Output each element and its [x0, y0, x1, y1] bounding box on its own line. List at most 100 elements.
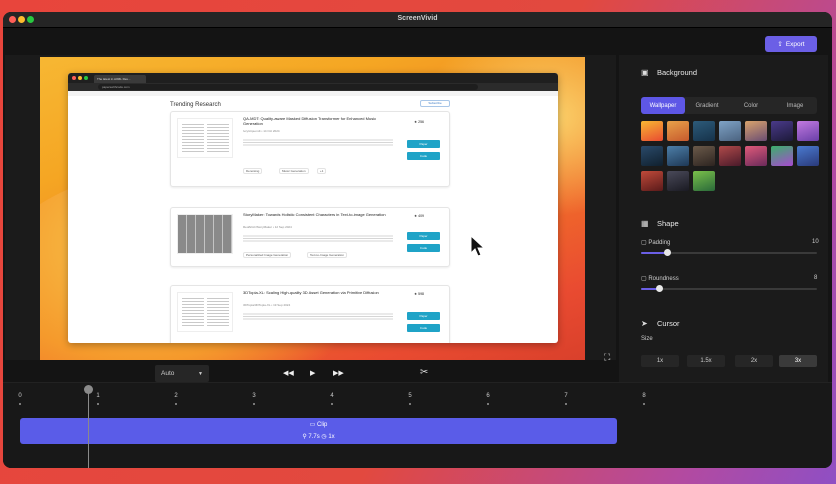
paper-button: Paper	[407, 232, 440, 240]
timeline-tick-label: 5	[408, 393, 412, 399]
fullscreen-icon[interactable]: ⛶	[604, 353, 613, 362]
wallpaper-thumbnail[interactable]	[693, 146, 715, 166]
timeline-tick	[19, 403, 21, 405]
paper-stars: ★ 598	[414, 292, 424, 296]
cursor-arrow-icon	[470, 235, 486, 257]
wallpaper-thumbnail[interactable]	[719, 121, 741, 141]
scissors-icon[interactable]: ✂	[420, 367, 428, 378]
paper-card: 3DTopia-XL: Scaling High-quality 3D Asse…	[170, 285, 450, 343]
tab-gradient[interactable]: Gradient	[685, 97, 729, 114]
cursor-size-3x-button[interactable]: 3x	[779, 355, 817, 367]
paper-button: Paper	[407, 140, 440, 148]
code-button: Code	[407, 152, 440, 160]
timeline-tick-label: 0	[18, 393, 22, 399]
wallpaper-thumbnail[interactable]	[719, 146, 741, 166]
tab-wallpaper[interactable]: Wallpaper	[641, 97, 685, 114]
wallpaper-thumbnail[interactable]	[771, 121, 793, 141]
paper-card: QA-MDT: Quality-aware Masked Diffusion T…	[170, 111, 450, 187]
image-icon: ▣	[641, 68, 649, 77]
cursor-section-title: Cursor	[657, 319, 680, 328]
paper-title: StoryMaker: Towards Holistic Consistent …	[243, 212, 386, 217]
timeline-tick-label: 1	[96, 393, 100, 399]
paper-meta: 3DTopia/3DTopia-XL • 19 Sep 2024	[243, 303, 291, 307]
timeline-tick	[331, 403, 333, 405]
cursor-size-1x-button[interactable]: 1x	[641, 355, 679, 367]
timeline-clip[interactable]: ▭ Clip ⚲ 7.7s ◷ 1x	[20, 418, 617, 444]
roundness-label: ▢ Roundness	[641, 276, 679, 282]
paper-stars: ★ 256	[414, 120, 424, 124]
wallpaper-thumbnail[interactable]	[797, 121, 819, 141]
padding-label: ▢ Padding	[641, 240, 671, 246]
clip-info: ⚲ 7.7s ◷ 1x	[302, 434, 335, 440]
timeline-tick-label: 6	[486, 393, 490, 399]
rewind-icon[interactable]: ◀◀	[283, 369, 294, 377]
roundness-value: 8	[814, 275, 818, 281]
wallpaper-thumbnail[interactable]	[797, 146, 819, 166]
timeline-tick-label: 4	[330, 393, 334, 399]
wallpaper-thumbnail[interactable]	[667, 171, 689, 191]
timeline-tick	[487, 403, 489, 405]
paper-stars: ★ 409	[414, 214, 424, 218]
wallpaper-thumbnail[interactable]	[693, 171, 715, 191]
cursor-size-2x-button[interactable]: 2x	[735, 355, 773, 367]
wallpaper-thumbnail[interactable]	[641, 146, 663, 166]
timeline-tick	[409, 403, 411, 405]
subscribe-button: Subscribe	[420, 100, 450, 107]
tab-color[interactable]: Color	[729, 97, 773, 114]
paper-abstract	[243, 138, 393, 147]
code-button: Code	[407, 244, 440, 252]
export-button[interactable]: ⇪ Export	[765, 36, 817, 52]
paper-tag: Text-to-Image Generation	[307, 252, 348, 258]
title-bar: ScreenVivid	[3, 12, 832, 28]
wallpaper-thumbnail[interactable]	[693, 121, 715, 141]
browser-subnav	[68, 91, 558, 96]
padding-slider-handle[interactable]	[664, 249, 671, 256]
paper-title: 3DTopia-XL: Scaling High-quality 3D Asse…	[243, 290, 379, 295]
play-icon[interactable]: ▶	[310, 369, 315, 377]
timeline-tick	[97, 403, 99, 405]
paper-thumbnail	[177, 118, 233, 158]
paper-tag: Personalized Image Generation	[243, 252, 292, 258]
wallpaper-thumbnail[interactable]	[667, 121, 689, 141]
roundness-slider-handle[interactable]	[656, 285, 663, 292]
recorded-browser-window: The latest in AI/ML Res... paperswithcod…	[68, 73, 558, 343]
wallpaper-thumbnail[interactable]	[667, 146, 689, 166]
fast-forward-icon[interactable]: ▶▶	[333, 369, 344, 377]
padding-slider[interactable]	[641, 249, 817, 256]
timeline[interactable]: 0 1 2 3 4 5 6 7 8 ▭ Clip ⚲ 7.7s ◷ 1x	[3, 382, 832, 468]
timeline-tick-label: 3	[252, 393, 256, 399]
window-title: ScreenVivid	[397, 15, 438, 22]
playhead-handle[interactable]	[84, 385, 93, 394]
app-window: ScreenVivid ⇪ Export The latest in AI/ML…	[3, 12, 832, 468]
export-icon: ⇪	[777, 41, 783, 48]
timeline-tick-label: 7	[564, 393, 568, 399]
browser-url: paperswithcode.com	[98, 84, 478, 90]
paper-abstract	[243, 234, 393, 243]
wallpaper-thumbnail[interactable]	[745, 121, 767, 141]
clip-label: ▭ Clip	[309, 422, 328, 428]
search-icon: ⚲	[302, 434, 307, 440]
wallpaper-thumbnail[interactable]	[771, 146, 793, 166]
tab-image[interactable]: Image	[773, 97, 817, 114]
timeline-tick	[643, 403, 645, 405]
wallpaper-thumbnail[interactable]	[641, 121, 663, 141]
roundness-slider[interactable]	[641, 285, 817, 292]
paper-tag: +1	[317, 168, 327, 174]
paper-tag: Music Generation	[279, 168, 309, 174]
paper-meta: ivcylc/qa-mdt • 14 Oct 2024	[243, 129, 280, 133]
background-section-title: Background	[657, 68, 698, 77]
timeline-tick-label: 2	[174, 393, 178, 399]
paper-meta: RedAIGC/StoryMaker • 12 Sep 2024	[243, 225, 292, 229]
clock-icon: ◷	[321, 434, 327, 440]
wallpaper-thumbnail[interactable]	[641, 171, 663, 191]
timeline-tick-label: 8	[642, 393, 646, 399]
preview-area: The latest in AI/ML Res... paperswithcod…	[5, 55, 616, 360]
speed-select[interactable]: Auto ▼	[155, 365, 209, 382]
padding-value: 10	[812, 239, 819, 245]
cursor-size-1-5x-button[interactable]: 1.5x	[687, 355, 725, 367]
shape-grid-icon: ▦	[641, 219, 649, 228]
wallpaper-thumbnail[interactable]	[745, 146, 767, 166]
shape-section-title: Shape	[657, 219, 679, 228]
code-button: Code	[407, 324, 440, 332]
cursor-icon: ➤	[641, 319, 648, 328]
